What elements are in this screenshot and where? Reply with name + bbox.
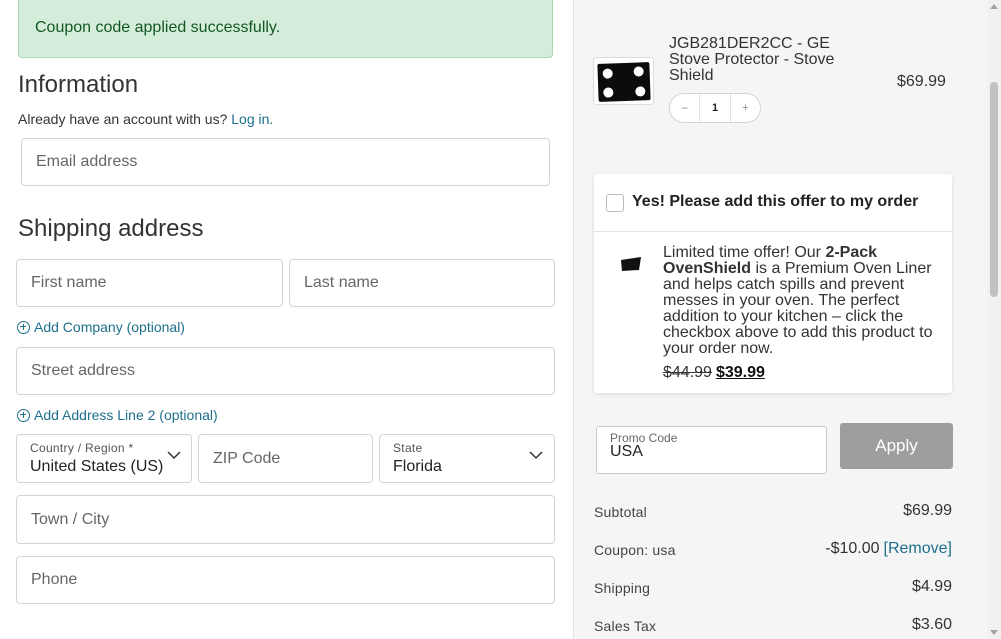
phone-field[interactable] [16, 556, 555, 604]
account-prompt: Already have an account with us? Log in. [18, 111, 273, 127]
street-address-field[interactable] [16, 347, 555, 395]
offer-text-prefix: Limited time offer! Our [663, 244, 826, 261]
quantity-increase-button[interactable]: + [730, 94, 760, 122]
success-notice: Coupon code applied successfully. [18, 0, 553, 58]
add-address-line2-link[interactable]: Add Address Line 2 (optional) [17, 407, 218, 423]
chevron-down-icon [167, 451, 181, 460]
zip-code-input[interactable] [199, 435, 372, 482]
burner-hole [633, 66, 644, 77]
offer-new-price: $39.99 [715, 364, 765, 381]
sales-tax-row: Sales Tax $3.60 [594, 616, 952, 636]
country-select[interactable]: Country / Region * United States (US) [16, 434, 192, 483]
last-name-field[interactable] [289, 259, 555, 307]
promo-code-value[interactable]: USA [610, 443, 643, 461]
offer-description: Limited time offer! Our 2-Pack OvenShiel… [663, 245, 941, 357]
shipping-cost-label: Shipping [594, 580, 651, 596]
quantity-value[interactable]: 1 [700, 94, 730, 122]
plus-circle-icon [17, 408, 30, 422]
last-name-input[interactable] [290, 260, 554, 306]
state-label: State [393, 441, 423, 455]
plus-circle-icon [17, 320, 30, 334]
add-company-label: Add Company (optional) [34, 319, 185, 335]
quantity-decrease-button[interactable]: – [670, 94, 700, 122]
email-field[interactable] [21, 138, 550, 186]
burner-hole [603, 87, 614, 98]
sales-tax-value: $3.60 [911, 616, 952, 633]
state-select[interactable]: State Florida [379, 434, 555, 483]
zip-code-field[interactable] [198, 434, 373, 483]
offer-product-icon [621, 257, 641, 271]
scroll-up-arrow-icon[interactable] [990, 4, 998, 9]
offer-checkbox-label[interactable]: Yes! Please add this offer to my order [632, 193, 918, 211]
remove-coupon-link[interactable]: [Remove] [884, 540, 952, 557]
phone-input[interactable] [17, 557, 554, 603]
stove-protector-image [597, 62, 651, 102]
login-link[interactable]: Log in. [231, 111, 273, 127]
add-address-line2-label: Add Address Line 2 (optional) [34, 407, 218, 423]
add-company-link[interactable]: Add Company (optional) [17, 319, 185, 335]
email-input[interactable] [22, 139, 549, 185]
burner-hole [602, 68, 613, 79]
burner-hole [635, 86, 646, 97]
quantity-stepper: – 1 + [669, 93, 761, 123]
coupon-label: Coupon: usa [594, 542, 676, 558]
coupon-value: -$10.00 [825, 540, 880, 557]
promo-code-field[interactable]: Promo Code USA [596, 426, 827, 474]
state-value: Florida [393, 458, 442, 475]
street-address-input[interactable] [17, 348, 554, 394]
information-heading: Information [18, 71, 139, 98]
scroll-down-arrow-icon[interactable] [990, 630, 998, 635]
country-value: United States (US) [30, 458, 164, 475]
product-thumbnail [593, 57, 654, 105]
first-name-field[interactable] [16, 259, 283, 307]
shipping-heading: Shipping address [18, 215, 204, 242]
account-prompt-text: Already have an account with us? [18, 111, 232, 127]
coupon-value-wrap: -$10.00 [Remove] [825, 540, 952, 558]
shipping-cost-value: $4.99 [911, 578, 952, 595]
success-notice-text: Coupon code applied successfully. [35, 19, 281, 36]
offer-checkbox[interactable] [606, 194, 624, 212]
checkout-form-column: Coupon code applied successfully. Inform… [0, 0, 573, 639]
apply-button[interactable]: Apply [840, 423, 953, 469]
town-city-field[interactable] [16, 495, 555, 544]
chevron-down-icon [529, 451, 543, 460]
town-city-input[interactable] [17, 496, 554, 543]
offer-header: Yes! Please add this offer to my order [594, 174, 952, 232]
product-name: JGB281DER2CC - GE Stove Protector - Stov… [669, 35, 835, 84]
subtotal-row: Subtotal $69.99 [594, 502, 952, 522]
offer-old-price: $44.99 [663, 364, 712, 381]
subtotal-label: Subtotal [594, 504, 647, 520]
scrollbar-thumb[interactable] [990, 82, 998, 297]
first-name-input[interactable] [17, 260, 282, 306]
country-label: Country / Region * [30, 441, 134, 455]
subtotal-value: $69.99 [903, 502, 952, 519]
upsell-offer-card: Yes! Please add this offer to my order L… [594, 174, 952, 393]
page-scrollbar[interactable] [987, 0, 1001, 639]
offer-price: $44.99 $39.99 [663, 364, 765, 382]
coupon-row: Coupon: usa -$10.00 [Remove] [594, 540, 952, 560]
shipping-row: Shipping $4.99 [594, 578, 952, 598]
product-price: $69.99 [897, 73, 946, 90]
sales-tax-label: Sales Tax [594, 618, 657, 634]
